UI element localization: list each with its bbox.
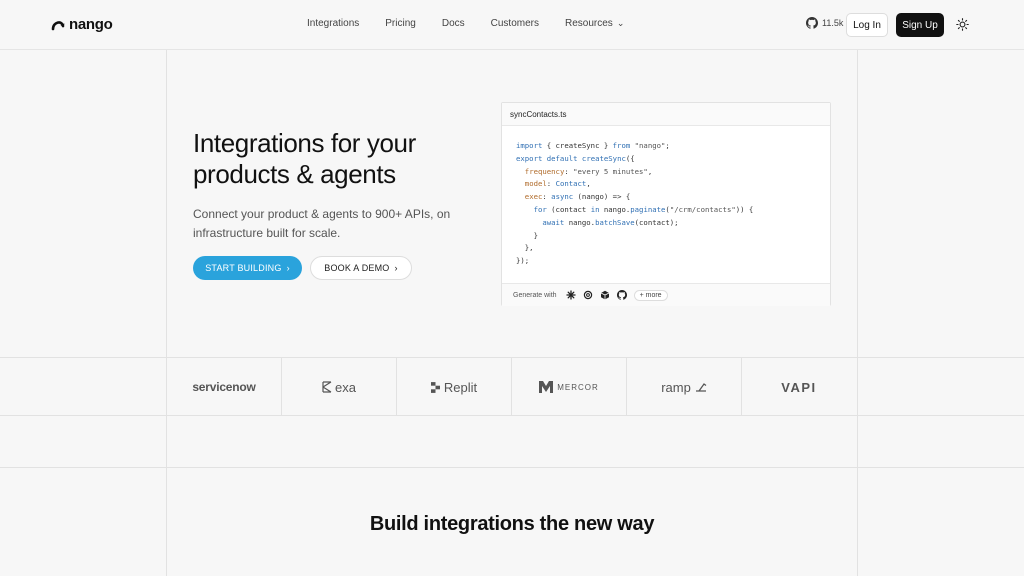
- ramp-logo-icon: [695, 383, 707, 392]
- book-demo-label: BOOK A DEMO: [324, 263, 390, 273]
- nav-pricing[interactable]: Pricing: [385, 18, 416, 29]
- frame-line-section-top: [0, 467, 1024, 468]
- nav-resources-label: Resources: [565, 18, 613, 29]
- sun-icon[interactable]: [956, 18, 969, 31]
- code-block: import { createSync } from "nango"; expo…: [516, 141, 754, 266]
- generate-with-label: Generate with: [513, 291, 557, 299]
- github-star-count: 11.5k: [822, 18, 844, 28]
- hero-subtitle: Connect your product & agents to 900+ AP…: [193, 207, 451, 240]
- nav-docs[interactable]: Docs: [442, 18, 465, 29]
- code-file-tab[interactable]: syncContacts.ts: [502, 103, 830, 126]
- customer-logo-ramp: ramp: [627, 358, 741, 416]
- code-example-card: syncContacts.ts import { createSync } fr…: [501, 102, 831, 306]
- brand-logo[interactable]: nango: [51, 16, 113, 33]
- customer-logo-text: Replit: [443, 379, 478, 395]
- customer-logo-text: servicenow: [192, 380, 256, 394]
- frame-line-left: [166, 50, 167, 576]
- customer-logo-vapi: VAPI: [742, 358, 856, 416]
- code-footer: Generate with + more: [502, 283, 830, 306]
- customer-logo-replit: Replit: [397, 358, 511, 416]
- customer-logo-text: ramp: [661, 379, 691, 395]
- chevron-down-icon: ⌄: [616, 18, 625, 28]
- github-icon[interactable]: [617, 290, 628, 301]
- customer-logo-text: exa: [335, 379, 356, 395]
- more-tools-button[interactable]: + more: [633, 289, 668, 301]
- customer-logo-text: VAPI: [781, 379, 817, 395]
- start-building-label: START BUILDING: [205, 263, 282, 273]
- brand-name: nango: [69, 16, 113, 33]
- hero-title: Integrations for your products & agents: [193, 128, 416, 189]
- site-header: nango Integrations Pricing Docs Customer…: [0, 0, 1024, 50]
- customer-logo-text: MERCOR: [557, 382, 599, 392]
- nango-logo-icon: [51, 20, 65, 30]
- nav-resources-menu[interactable]: Resources ⌄: [565, 18, 624, 29]
- start-building-button[interactable]: START BUILDING ›: [193, 256, 302, 280]
- customer-logo-servicenow: servicenow: [167, 358, 281, 416]
- customer-logo-mercor: MERCOR: [512, 358, 626, 416]
- section-title: Build integrations the new way: [369, 513, 655, 535]
- frame-line-right: [857, 50, 858, 576]
- github-stars-link[interactable]: 11.5k: [806, 17, 843, 29]
- cube-icon[interactable]: [600, 290, 611, 301]
- claude-icon[interactable]: [566, 290, 577, 301]
- replit-logo-icon: [430, 381, 440, 393]
- chevron-right-icon: ›: [394, 263, 398, 273]
- login-button[interactable]: Log In: [846, 13, 888, 37]
- github-icon: [806, 17, 818, 29]
- signup-button[interactable]: Sign Up: [896, 13, 944, 37]
- mercor-logo-icon: [539, 381, 554, 393]
- nav-integrations[interactable]: Integrations: [307, 18, 359, 29]
- chevron-right-icon: ›: [286, 263, 290, 273]
- book-demo-button[interactable]: BOOK A DEMO ›: [310, 256, 412, 280]
- customer-logo-exa: exa: [282, 358, 396, 416]
- openai-icon[interactable]: [583, 290, 594, 301]
- main-nav: Integrations Pricing Docs Customers Reso…: [307, 18, 650, 29]
- exa-logo-icon: [322, 381, 332, 393]
- nav-customers[interactable]: Customers: [491, 18, 539, 29]
